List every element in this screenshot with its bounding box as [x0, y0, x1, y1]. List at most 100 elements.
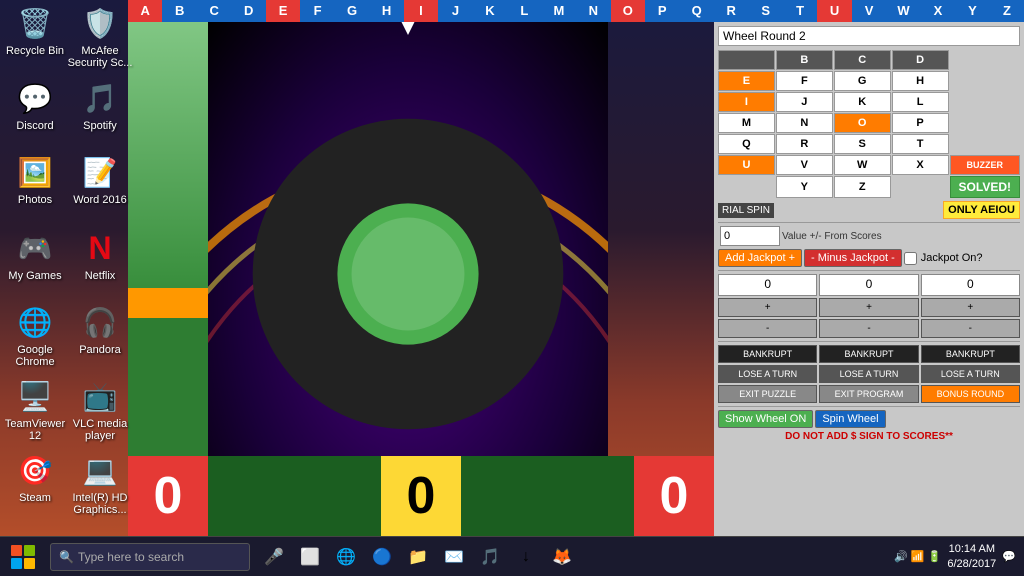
lg-r[interactable]: R — [776, 134, 833, 154]
alpha-letter-C[interactable]: C — [197, 0, 231, 22]
alpha-letter-X[interactable]: X — [921, 0, 955, 22]
taskbar-firefox[interactable]: 🦊 — [546, 537, 578, 576]
desktop-icon-spotify[interactable]: 🎵 Spotify — [65, 78, 135, 132]
alpha-letter-D[interactable]: D — [231, 0, 265, 22]
solved-button[interactable]: SOLVED! — [950, 176, 1020, 198]
desktop-icon-mcafee[interactable]: 🛡️ McAfee Security Sc... — [65, 3, 135, 69]
lg-i[interactable]: I — [718, 92, 775, 112]
desktop-icon-discord[interactable]: 💬 Discord — [0, 78, 70, 132]
alpha-letter-W[interactable]: W — [886, 0, 920, 22]
alpha-letter-M[interactable]: M — [542, 0, 576, 22]
lg-n[interactable]: N — [776, 113, 833, 133]
minus-1[interactable]: - — [718, 319, 817, 338]
desktop-icon-word[interactable]: 📝 Word 2016 — [65, 152, 135, 206]
jackpot-checkbox[interactable] — [904, 252, 917, 265]
alpha-letter-E[interactable]: E — [266, 0, 300, 22]
alpha-letter-V[interactable]: V — [852, 0, 886, 22]
desktop-icon-pandora[interactable]: 🎧 Pandora — [65, 302, 135, 356]
lg-k[interactable]: K — [834, 92, 891, 112]
alpha-letter-I[interactable]: I — [404, 0, 438, 22]
score-box-2[interactable]: 0 — [819, 274, 918, 296]
lose-turn-2[interactable]: LOSE A TURN — [819, 365, 918, 383]
lg-g[interactable]: G — [834, 71, 891, 91]
lg-x[interactable]: X — [892, 155, 949, 175]
minus-3[interactable]: - — [921, 319, 1020, 338]
notifications-icon[interactable]: 💬 — [1002, 550, 1016, 563]
alpha-letter-Q[interactable]: Q — [680, 0, 714, 22]
alpha-letter-F[interactable]: F — [300, 0, 334, 22]
desktop-icon-photos[interactable]: 🖼️ Photos — [0, 152, 70, 206]
alpha-letter-O[interactable]: O — [611, 0, 645, 22]
spin-wheel-button[interactable]: Spin Wheel — [815, 410, 885, 428]
desktop-icon-steam[interactable]: 🎯 Steam — [0, 450, 70, 504]
lg-u[interactable]: U — [718, 155, 775, 175]
taskbar-edge[interactable]: 🔵 — [366, 537, 398, 576]
lg-m[interactable]: M — [718, 113, 775, 133]
lg-y[interactable]: Y — [776, 176, 833, 198]
alpha-letter-K[interactable]: K — [473, 0, 507, 22]
lg-w[interactable]: W — [834, 155, 891, 175]
alpha-letter-P[interactable]: P — [645, 0, 679, 22]
alpha-letter-G[interactable]: G — [335, 0, 369, 22]
bonus-round[interactable]: BONUS ROUND — [921, 385, 1020, 403]
alpha-letter-U[interactable]: U — [817, 0, 851, 22]
desktop-icon-mygames[interactable]: 🎮 My Games — [0, 228, 70, 282]
lg-l[interactable]: L — [892, 92, 949, 112]
alpha-letter-H[interactable]: H — [369, 0, 403, 22]
add-jackpot-button[interactable]: Add Jackpot + — [718, 249, 802, 267]
desktop-icon-chrome[interactable]: 🌐 Google Chrome — [0, 302, 70, 368]
alpha-letter-N[interactable]: N — [576, 0, 610, 22]
score-box-1[interactable]: 0 — [718, 274, 817, 296]
minus-jackpot-button[interactable]: - Minus Jackpot - — [804, 249, 902, 267]
alpha-letter-Y[interactable]: Y — [955, 0, 989, 22]
plus-2[interactable]: + — [819, 298, 918, 317]
exit-program[interactable]: EXIT PROGRAM — [819, 385, 918, 403]
lg-j[interactable]: J — [776, 92, 833, 112]
plus-3[interactable]: + — [921, 298, 1020, 317]
lg-h[interactable]: H — [892, 71, 949, 91]
lg-z[interactable]: Z — [834, 176, 891, 198]
taskbar-task-view[interactable]: ⬜ — [294, 537, 326, 576]
desktop-icon-teamviewer[interactable]: 🖥️ TeamViewer 12 — [0, 376, 70, 442]
score-input[interactable] — [720, 226, 780, 246]
taskbar-chrome[interactable]: 🌐 — [330, 537, 362, 576]
exit-puzzle[interactable]: EXIT PUZZLE — [718, 385, 817, 403]
alpha-letter-B[interactable]: B — [162, 0, 196, 22]
alpha-letter-L[interactable]: L — [507, 0, 541, 22]
search-bar[interactable]: 🔍 Type here to search — [50, 543, 250, 571]
alpha-letter-Z[interactable]: Z — [990, 0, 1024, 22]
lg-q[interactable]: Q — [718, 134, 775, 154]
lg-e[interactable]: E — [718, 71, 775, 91]
lg-v[interactable]: V — [776, 155, 833, 175]
alpha-letter-R[interactable]: R — [714, 0, 748, 22]
lg-buzzer[interactable]: BUZZER — [950, 155, 1020, 175]
bankrupt-1[interactable]: BANKRUPT — [718, 345, 817, 363]
bankrupt-3[interactable]: BANKRUPT — [921, 345, 1020, 363]
alpha-letter-S[interactable]: S — [748, 0, 782, 22]
desktop-icon-vlc[interactable]: 📺 VLC media player — [65, 376, 135, 442]
taskbar-mail[interactable]: ✉️ — [438, 537, 470, 576]
score-box-3[interactable]: 0 — [921, 274, 1020, 296]
lg-s[interactable]: S — [834, 134, 891, 154]
desktop-icon-netflix[interactable]: N Netflix — [65, 228, 135, 282]
plus-1[interactable]: + — [718, 298, 817, 317]
lose-turn-1[interactable]: LOSE A TURN — [718, 365, 817, 383]
lose-turn-3[interactable]: LOSE A TURN — [921, 365, 1020, 383]
alpha-letter-T[interactable]: T — [783, 0, 817, 22]
only-aeiou-button[interactable]: ONLY AEIOU — [943, 201, 1020, 219]
desktop-icon-recycle-bin[interactable]: 🗑️ Recycle Bin — [0, 3, 70, 57]
lg-p[interactable]: P — [892, 113, 949, 133]
show-wheel-button[interactable]: Show Wheel ON — [718, 410, 813, 428]
lg-f[interactable]: F — [776, 71, 833, 91]
minus-2[interactable]: - — [819, 319, 918, 338]
lg-o[interactable]: O — [834, 113, 891, 133]
bankrupt-2[interactable]: BANKRUPT — [819, 345, 918, 363]
desktop-icon-intel[interactable]: 💻 Intel(R) HD Graphics... — [65, 450, 135, 516]
lg-t[interactable]: T — [892, 134, 949, 154]
alpha-letter-J[interactable]: J — [438, 0, 472, 22]
start-button[interactable] — [0, 537, 45, 576]
taskbar-spotify[interactable]: 🎵 — [474, 537, 506, 576]
taskbar-folder[interactable]: 📁 — [402, 537, 434, 576]
taskbar-arrow[interactable]: ↓ — [510, 537, 542, 576]
taskbar-cortana[interactable]: 🎤 — [258, 537, 290, 576]
